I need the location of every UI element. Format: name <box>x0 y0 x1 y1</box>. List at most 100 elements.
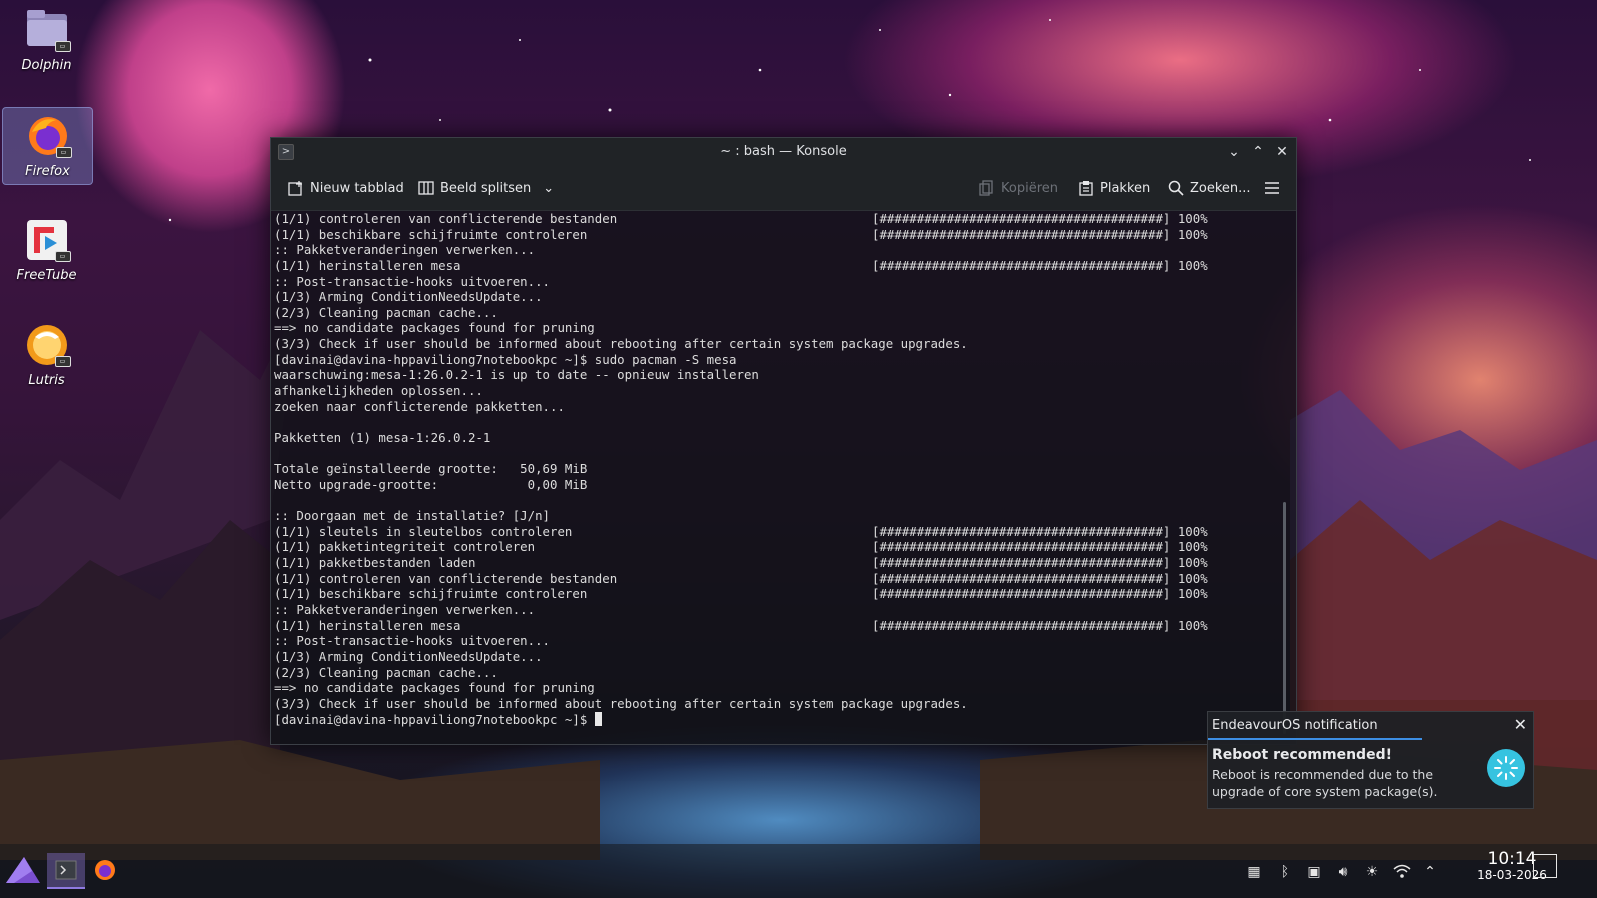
terminal-line: (3/3) Check if user should be informed a… <box>274 696 1296 712</box>
desktop-icon-lutris[interactable]: ▭ Lutris <box>2 317 91 393</box>
terminal-line-text: (1/1) controleren van conflicterende bes… <box>274 570 618 586</box>
terminal-line-text: (2/3) Cleaning pacman cache... <box>274 664 498 680</box>
terminal-line-text: :: Post-transactie-hooks uitvoeren... <box>274 273 551 289</box>
close-icon[interactable]: ✕ <box>1514 715 1527 734</box>
firefox-icon: ▭ <box>26 114 72 158</box>
terminal-progress-bar: [######################################]… <box>872 617 1208 633</box>
terminal-scrollbar[interactable] <box>1283 502 1286 734</box>
terminal-progress-bar: [######################################]… <box>872 586 1208 602</box>
terminal-line: (1/1) controleren van conflicterende bes… <box>274 211 1296 227</box>
paste-icon <box>1079 181 1093 196</box>
notification-body: Reboot is recommended due to the upgrade… <box>1212 767 1438 799</box>
copy-button[interactable]: Kopiëren <box>979 178 1058 198</box>
terminal-line: :: Pakketveranderingen verwerken... <box>274 242 1296 258</box>
paste-button[interactable]: Plakken <box>1078 178 1150 198</box>
terminal-line: Totale geïnstalleerde grootte: 50,69 MiB <box>274 461 1296 477</box>
desktop-icon-firefox[interactable]: ▭ Firefox <box>2 107 93 185</box>
terminal-line-text: afhankelijkheden oplossen... <box>274 383 483 399</box>
terminal-line-text: (1/1) herinstalleren mesa <box>274 257 461 273</box>
volume-icon[interactable]: 🔊︎ <box>1333 862 1353 882</box>
split-view-label: Beeld splitsen <box>440 180 532 196</box>
terminal-line-text: (1/1) herinstalleren mesa <box>274 617 461 633</box>
minimize-icon[interactable]: ⌄ <box>1224 142 1244 162</box>
firefox-icon <box>95 860 115 880</box>
desktop-icon-label: Lutris <box>28 373 65 388</box>
window-title: ~ : bash — Konsole <box>720 144 847 159</box>
app-launcher-icon[interactable] <box>4 853 42 887</box>
search-button[interactable]: Zoeken... <box>1168 178 1251 198</box>
terminal-line-text: :: Pakketveranderingen verwerken... <box>274 242 536 258</box>
desktop-icon-dolphin[interactable]: ▭ Dolphin <box>2 2 91 78</box>
terminal-line: :: Post-transactie-hooks uitvoeren... <box>274 633 1296 649</box>
desktop-icon-label: FreeTube <box>16 268 77 283</box>
terminal-line-text: Totale geïnstalleerde grootte: 50,69 MiB <box>274 461 588 477</box>
desktop-icon-label: Dolphin <box>21 58 72 73</box>
terminal-line: Pakketten (1) mesa-1:26.0.2-1 <box>274 430 1296 446</box>
shortcut-badge: ▭ <box>54 251 71 262</box>
desktop-icon-freetube[interactable]: ▭ FreeTube <box>2 212 91 288</box>
new-tab-button[interactable]: Nieuw tabblad <box>288 178 404 198</box>
notification-title: Reboot recommended! <box>1212 747 1392 763</box>
split-view-icon <box>418 181 434 195</box>
notification-timeout-bar <box>1208 738 1422 740</box>
terminal-line-text: ==> no candidate packages found for prun… <box>274 680 595 696</box>
copy-icon <box>979 180 993 196</box>
notification-popup[interactable]: EndeavourOS notification ✕ Reboot recomm… <box>1207 711 1534 809</box>
close-icon[interactable]: ✕ <box>1272 142 1292 162</box>
terminal-icon <box>55 860 77 880</box>
brightness-icon[interactable]: ☀ <box>1362 862 1382 882</box>
terminal-line-text: [davinai@davina-hppaviliong7notebookpc ~… <box>274 351 737 367</box>
terminal-line-text: :: Post-transactie-hooks uitvoeren... <box>274 633 551 649</box>
window-titlebar[interactable]: > ~ : bash — Konsole ⌄ ⌃ ✕ <box>271 138 1296 166</box>
terminal-line: (1/1) herinstalleren mesa [##############… <box>274 618 1296 634</box>
konsole-toolbar: Nieuw tabblad Beeld splitsen ⌄ Kopiëren … <box>271 166 1296 211</box>
terminal-prompt: [davinai@davina-hppaviliong7notebookpc ~… <box>274 711 595 727</box>
split-view-button[interactable]: Beeld splitsen ⌄ <box>418 178 554 198</box>
terminal-progress-bar: [######################################]… <box>872 539 1208 555</box>
terminal-line: (1/1) pakketbestanden laden [############… <box>274 555 1296 571</box>
terminal-line: (1/1) controleren van conflicterende bes… <box>274 571 1296 587</box>
terminal-line: (1/1) pakketintegriteit controleren [####… <box>274 539 1296 555</box>
terminal-line-text: (1/3) Arming ConditionNeedsUpdate... <box>274 289 543 305</box>
terminal-output[interactable]: (1/1) controleren van conflicterende bes… <box>271 211 1296 744</box>
folder-icon: ▭ <box>25 8 71 52</box>
wifi-icon[interactable] <box>1392 862 1412 882</box>
screenshot-icon[interactable]: ▦ <box>1244 862 1264 882</box>
terminal-line-text: (1/1) pakketbestanden laden <box>274 555 476 571</box>
terminal-line: (1/3) Arming ConditionNeedsUpdate... <box>274 289 1296 305</box>
chevron-down-icon[interactable]: ⌄ <box>543 181 554 196</box>
terminal-line: :: Pakketveranderingen verwerken... <box>274 602 1296 618</box>
new-tab-icon <box>288 181 302 196</box>
search-icon <box>1168 180 1184 196</box>
show-desktop-icon[interactable] <box>1533 854 1557 878</box>
copy-label: Kopiëren <box>1001 180 1058 196</box>
terminal-line-text: (1/3) Arming ConditionNeedsUpdate... <box>274 648 543 664</box>
terminal-line-text: (1/1) controleren van conflicterende bes… <box>274 211 618 226</box>
terminal-line: (1/3) Arming ConditionNeedsUpdate... <box>274 649 1296 665</box>
terminal-line: zoeken naar conflicterende pakketten... <box>274 399 1296 415</box>
terminal-line-text: Pakketten (1) mesa-1:26.0.2-1 <box>274 429 491 445</box>
terminal-line: (2/3) Cleaning pacman cache... <box>274 665 1296 681</box>
display-icon[interactable]: ▣ <box>1304 862 1324 882</box>
maximize-icon[interactable]: ⌃ <box>1248 142 1268 162</box>
konsole-window: > ~ : bash — Konsole ⌄ ⌃ ✕ Nieuw tabblad… <box>270 137 1297 745</box>
terminal-line: waarschuwing:mesa-1:26.0.2-1 is up to da… <box>274 367 1296 383</box>
terminal-line: :: Post-transactie-hooks uitvoeren... <box>274 274 1296 290</box>
hamburger-menu-icon[interactable] <box>1264 178 1280 198</box>
terminal-line-text: :: Pakketveranderingen verwerken... <box>274 602 536 618</box>
bluetooth-icon[interactable]: ᛒ <box>1275 862 1295 882</box>
shortcut-badge: ▭ <box>54 356 71 367</box>
terminal-line: ==> no candidate packages found for prun… <box>274 320 1296 336</box>
taskbar-konsole[interactable] <box>47 853 85 889</box>
terminal-line: (2/3) Cleaning pacman cache... <box>274 305 1296 321</box>
show-hidden-icons-chevron-icon[interactable]: ⌃ <box>1420 862 1440 882</box>
taskbar-firefox[interactable] <box>86 853 124 887</box>
terminal-line: (3/3) Check if user should be informed a… <box>274 336 1296 352</box>
terminal-line: (1/1) sleutels in sleutelbos controleren… <box>274 524 1296 540</box>
terminal-line-text: (3/3) Check if user should be informed a… <box>274 336 968 352</box>
terminal-line: Netto upgrade-grootte: 0,00 MiB <box>274 477 1296 493</box>
notification-app-name: EndeavourOS notification <box>1212 718 1378 733</box>
